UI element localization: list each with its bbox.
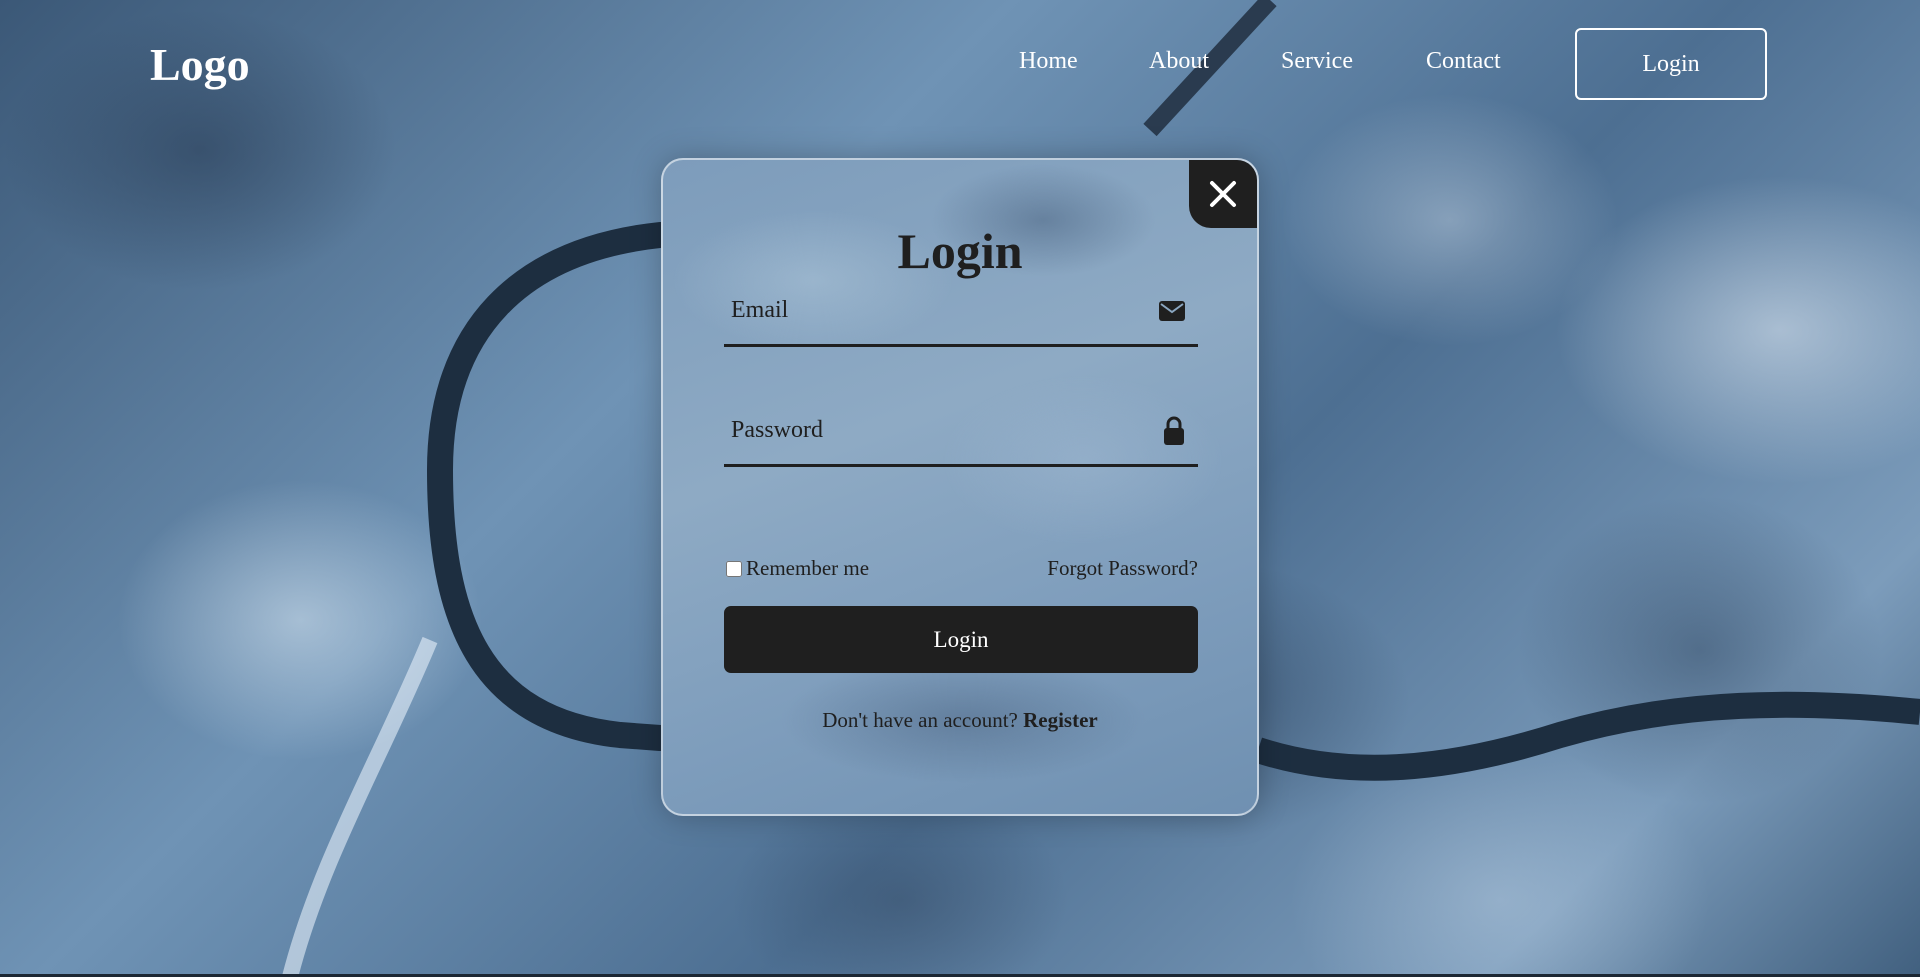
- close-icon: [1210, 181, 1236, 207]
- forgot-password-link[interactable]: Forgot Password?: [1047, 556, 1198, 581]
- login-options-row: Remember me Forgot Password?: [724, 556, 1198, 586]
- modal-title: Login: [897, 223, 1023, 279]
- close-button[interactable]: [1189, 160, 1257, 228]
- nav-link-contact[interactable]: Contact: [1426, 48, 1501, 75]
- login-modal: Login Email Password Remember me Forgot …: [661, 158, 1259, 816]
- remember-label: Remember me: [746, 556, 870, 580]
- register-link[interactable]: Register: [1023, 708, 1098, 732]
- envelope-icon: [1158, 300, 1186, 327]
- lock-icon: [1162, 416, 1186, 451]
- nav-link-service[interactable]: Service: [1281, 48, 1353, 75]
- nav-link-about[interactable]: About: [1149, 48, 1209, 75]
- header-login-button[interactable]: Login: [1575, 28, 1767, 100]
- email-field-wrapper: Email: [724, 280, 1198, 347]
- email-input[interactable]: [724, 280, 1144, 340]
- password-input[interactable]: [724, 400, 1144, 460]
- register-prompt: Don't have an account?: [822, 708, 1018, 732]
- login-submit-button[interactable]: Login: [724, 606, 1198, 673]
- remember-checkbox[interactable]: [726, 560, 742, 577]
- nav-link-home[interactable]: Home: [1019, 48, 1078, 75]
- register-row: Don't have an account? Register: [663, 708, 1257, 733]
- top-navbar: Logo Home About Service Contact Login: [0, 0, 1920, 130]
- password-field-wrapper: Password: [724, 400, 1198, 467]
- remember-me[interactable]: Remember me: [724, 556, 869, 581]
